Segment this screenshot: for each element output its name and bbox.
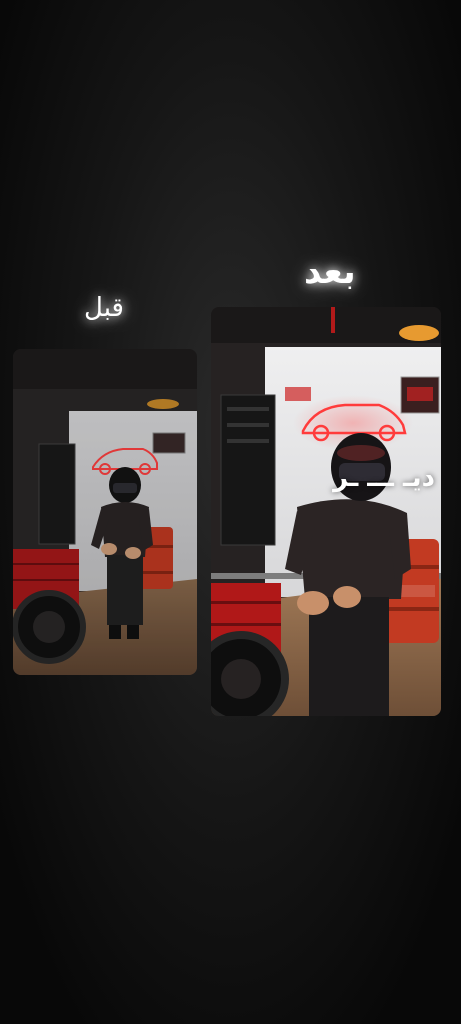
tool-board bbox=[220, 394, 276, 546]
after-label: بعد bbox=[304, 252, 356, 292]
ceiling-lamp bbox=[399, 325, 439, 341]
overlay-caption: ديـ ـــ ـر bbox=[333, 463, 435, 493]
before-photo bbox=[13, 349, 197, 675]
before-label: قبل bbox=[84, 293, 124, 323]
before-photo-scene bbox=[13, 349, 197, 675]
after-photo: ديـ ـــ ـر bbox=[211, 307, 441, 716]
after-photo-scene bbox=[211, 307, 441, 716]
